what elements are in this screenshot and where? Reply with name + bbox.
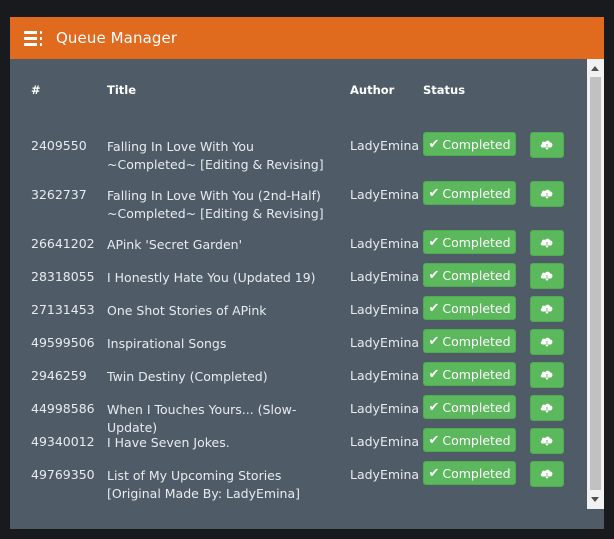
status-completed-button[interactable]: ✔ Completed	[423, 132, 516, 156]
check-icon: ✔	[428, 267, 440, 283]
cloud-download-button[interactable]	[530, 230, 564, 256]
cloud-download-button[interactable]	[530, 362, 564, 388]
header-author: Author	[350, 83, 395, 97]
cloud-download-icon	[540, 304, 553, 315]
status-label: Completed	[442, 399, 511, 415]
story-id: 28318055	[31, 269, 95, 284]
window-title: Queue Manager	[56, 29, 178, 47]
story-author: LadyEmina	[350, 467, 420, 482]
story-id: 2946259	[31, 368, 87, 383]
scroll-up-arrow-icon[interactable]	[591, 66, 599, 71]
cloud-download-button[interactable]	[530, 296, 564, 322]
scrollbar-thumb[interactable]	[590, 77, 601, 490]
status-label: Completed	[442, 267, 511, 283]
story-title: Falling In Love With You (2nd-Half) ~Com…	[107, 188, 324, 221]
check-icon: ✔	[428, 234, 440, 250]
check-icon: ✔	[428, 465, 440, 481]
story-author: LadyEmina	[350, 236, 420, 251]
story-title: Twin Destiny (Completed)	[107, 369, 268, 384]
queue-manager-window: Queue Manager # Title Author Status 2409…	[10, 17, 604, 529]
server-icon	[24, 30, 42, 46]
status-label: Completed	[442, 366, 511, 382]
story-title: Falling In Love With You ~Completed~ [Ed…	[107, 139, 324, 172]
scroll-down-arrow-icon[interactable]	[591, 497, 599, 502]
story-author: LadyEmina	[350, 269, 420, 284]
status-label: Completed	[442, 136, 511, 152]
story-author: LadyEmina	[350, 368, 420, 383]
cloud-download-icon	[540, 238, 553, 249]
status-completed-button[interactable]: ✔ Completed	[423, 230, 516, 254]
cloud-download-button[interactable]	[530, 181, 564, 207]
cloud-download-button[interactable]	[530, 329, 564, 355]
check-icon: ✔	[428, 432, 440, 448]
story-title: List of My Upcoming Stories [Original Ma…	[107, 468, 301, 501]
story-author: LadyEmina	[350, 434, 420, 449]
story-id: 26641202	[31, 236, 95, 251]
story-id: 3262737	[31, 187, 87, 202]
story-id: 44998586	[31, 401, 95, 416]
story-author: LadyEmina	[350, 138, 420, 153]
check-icon: ✔	[428, 185, 440, 201]
status-completed-button[interactable]: ✔ Completed	[423, 362, 516, 386]
title-bar: Queue Manager	[10, 17, 604, 59]
cloud-download-icon	[540, 469, 553, 480]
cloud-download-button[interactable]	[530, 461, 564, 487]
story-id: 49340012	[31, 434, 95, 449]
story-id: 2409550	[31, 138, 87, 153]
status-label: Completed	[442, 333, 511, 349]
check-icon: ✔	[428, 136, 440, 152]
cloud-download-icon	[540, 370, 553, 381]
vertical-scrollbar[interactable]	[587, 59, 604, 509]
story-title: Inspirational Songs	[107, 336, 227, 351]
status-label: Completed	[442, 234, 511, 250]
header-status: Status	[423, 83, 466, 97]
story-title: APink 'Secret Garden'	[107, 237, 243, 252]
cloud-download-icon	[540, 140, 553, 151]
check-icon: ✔	[428, 366, 440, 382]
cloud-download-button[interactable]	[530, 395, 564, 421]
cloud-download-icon	[540, 337, 553, 348]
cloud-download-icon	[540, 189, 553, 200]
status-label: Completed	[442, 300, 511, 316]
status-label: Completed	[442, 432, 511, 448]
cloud-download-button[interactable]	[530, 428, 564, 454]
window-footer	[10, 509, 604, 529]
status-label: Completed	[442, 465, 511, 481]
story-title: I Honestly Hate You (Updated 19)	[107, 270, 316, 285]
story-id: 27131453	[31, 302, 95, 317]
queue-table: # Title Author Status 2409550 Falling In…	[10, 59, 587, 509]
story-author: LadyEmina	[350, 401, 420, 416]
story-title: When I Touches Yours... (Slow-Update)	[107, 402, 297, 435]
header-title: Title	[107, 83, 137, 97]
check-icon: ✔	[428, 300, 440, 316]
status-completed-button[interactable]: ✔ Completed	[423, 461, 516, 485]
story-id: 49599506	[31, 335, 95, 350]
story-author: LadyEmina	[350, 335, 420, 350]
check-icon: ✔	[428, 399, 440, 415]
cloud-download-icon	[540, 403, 553, 414]
cloud-download-icon	[540, 271, 553, 282]
cloud-download-icon	[540, 436, 553, 447]
story-title: One Shot Stories of APink	[107, 303, 267, 318]
check-icon: ✔	[428, 333, 440, 349]
status-completed-button[interactable]: ✔ Completed	[423, 181, 516, 205]
status-completed-button[interactable]: ✔ Completed	[423, 329, 516, 353]
story-author: LadyEmina	[350, 302, 420, 317]
header-num: #	[31, 83, 41, 97]
status-completed-button[interactable]: ✔ Completed	[423, 428, 516, 452]
story-id: 49769350	[31, 467, 95, 482]
status-label: Completed	[442, 185, 511, 201]
story-author: LadyEmina	[350, 187, 420, 202]
status-completed-button[interactable]: ✔ Completed	[423, 263, 516, 287]
table-header: # Title Author Status	[10, 83, 587, 99]
story-title: I Have Seven Jokes.	[107, 435, 230, 450]
cloud-download-button[interactable]	[530, 263, 564, 289]
status-completed-button[interactable]: ✔ Completed	[423, 395, 516, 419]
status-completed-button[interactable]: ✔ Completed	[423, 296, 516, 320]
cloud-download-button[interactable]	[530, 132, 564, 158]
